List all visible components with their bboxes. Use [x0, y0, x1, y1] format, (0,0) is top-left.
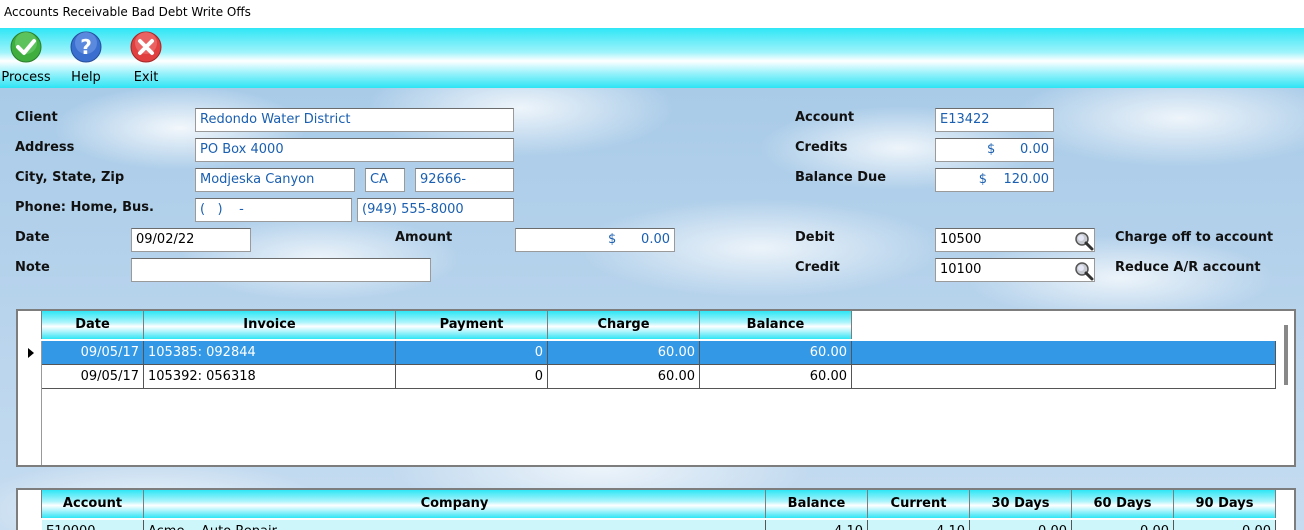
table-cell[interactable]: 09/05/17	[42, 365, 144, 389]
table-cell[interactable]: E10000	[42, 520, 144, 530]
process-button[interactable]: Process	[0, 28, 56, 88]
credit-field[interactable]: 10100	[935, 258, 1095, 282]
table-cell[interactable]: 09/05/17	[42, 341, 144, 365]
debit-field[interactable]: 10500	[935, 228, 1095, 252]
column-header-balance[interactable]: Balance	[766, 490, 868, 518]
aging-grid[interactable]: Account Company Balance Current 30 Days …	[16, 488, 1296, 530]
table-cell[interactable]: 105385: 092844	[144, 341, 396, 365]
account-field[interactable]: E13422	[935, 108, 1054, 132]
row-indicator[interactable]	[18, 365, 42, 389]
phone-label: Phone: Home, Bus.	[15, 200, 154, 215]
table-cell[interactable]: 0.00	[1072, 520, 1174, 530]
x-circle-icon	[130, 31, 162, 63]
date-label: Date	[15, 230, 50, 245]
debit-label: Debit	[795, 230, 835, 245]
date-field[interactable]: 09/02/22	[131, 228, 251, 252]
table-cell[interactable]: 60.00	[548, 341, 700, 365]
toolbar: Process ? Help Exit	[0, 28, 1304, 88]
column-header-invoice[interactable]: Invoice	[144, 311, 396, 339]
column-header-payment[interactable]: Payment	[396, 311, 548, 339]
credits-field: $ 0.00	[935, 138, 1054, 162]
column-header-30-days[interactable]: 30 Days	[970, 490, 1072, 518]
column-header-90-days[interactable]: 90 Days	[1174, 490, 1276, 518]
vertical-scrollbar[interactable]	[1284, 325, 1288, 385]
amount-label: Amount	[395, 230, 453, 245]
svg-text:?: ?	[80, 35, 92, 59]
table-cell[interactable]: 0	[396, 365, 548, 389]
note-field[interactable]	[131, 258, 431, 282]
column-header-company[interactable]: Company	[144, 490, 766, 518]
table-cell[interactable]: 105392: 056318	[144, 365, 396, 389]
table-cell[interactable]: 0.00	[1174, 520, 1276, 530]
column-header-charge[interactable]: Charge	[548, 311, 700, 339]
note-label: Note	[15, 260, 50, 275]
row-header-column	[18, 389, 42, 465]
window-title: Accounts Receivable Bad Debt Write Offs	[4, 5, 251, 19]
credit-description: Reduce A/R account	[1115, 260, 1261, 275]
table-cell[interactable]: 60.00	[700, 341, 852, 365]
table-row-filler	[852, 365, 1276, 389]
invoice-grid[interactable]: Date Invoice Payment Charge Balance 09/0…	[16, 309, 1296, 467]
table-cell[interactable]: 4.10	[766, 520, 868, 530]
column-header-current[interactable]: Current	[868, 490, 970, 518]
column-header-account[interactable]: Account	[42, 490, 144, 518]
address-field[interactable]: PO Box 4000	[195, 138, 514, 162]
question-circle-icon: ?	[70, 31, 102, 63]
process-label: Process	[1, 70, 51, 85]
column-header-balance[interactable]: Balance	[700, 311, 852, 339]
help-label: Help	[71, 70, 101, 85]
state-field[interactable]: CA	[365, 168, 405, 192]
column-header-60-days[interactable]: 60 Days	[1072, 490, 1174, 518]
main-panel: Client Redondo Water District Address PO…	[0, 88, 1304, 530]
exit-button[interactable]: Exit	[116, 28, 176, 88]
help-button[interactable]: ? Help	[56, 28, 116, 88]
city-field[interactable]: Modjeska Canyon	[195, 168, 355, 192]
city-state-zip-label: City, State, Zip	[15, 170, 125, 185]
table-cell[interactable]: 4.10	[868, 520, 970, 530]
row-indicator[interactable]	[18, 341, 42, 365]
table-cell[interactable]: 0.00	[970, 520, 1072, 530]
row-pointer-icon	[28, 348, 34, 358]
address-label: Address	[15, 140, 75, 155]
table-cell[interactable]: Acme... Auto Repair	[144, 520, 766, 530]
title-bar: Accounts Receivable Bad Debt Write Offs	[0, 0, 1304, 28]
exit-label: Exit	[133, 70, 159, 85]
phone-home-field[interactable]: ( ) -	[195, 198, 352, 222]
grid-corner	[18, 490, 42, 518]
grid-corner	[18, 311, 42, 339]
magnifier-icon[interactable]	[1074, 261, 1094, 281]
table-cell[interactable]: 60.00	[548, 365, 700, 389]
amount-field[interactable]: $ 0.00	[515, 228, 675, 252]
balance-due-label: Balance Due	[795, 170, 887, 185]
check-circle-icon	[10, 31, 42, 63]
table-cell[interactable]: 0	[396, 341, 548, 365]
zip-field[interactable]: 92666-	[415, 168, 514, 192]
table-row-filler[interactable]	[852, 341, 1276, 365]
column-header-date[interactable]: Date	[42, 311, 144, 339]
debit-description: Charge off to account	[1115, 230, 1274, 245]
client-field[interactable]: Redondo Water District	[195, 108, 514, 132]
account-label: Account	[795, 110, 855, 125]
credits-label: Credits	[795, 140, 848, 155]
magnifier-icon[interactable]	[1074, 231, 1094, 251]
table-cell[interactable]: 60.00	[700, 365, 852, 389]
phone-business-field[interactable]: (949) 555-8000	[357, 198, 514, 222]
balance-due-field: $ 120.00	[935, 168, 1054, 192]
client-label: Client	[15, 110, 58, 125]
credit-label: Credit	[795, 260, 840, 275]
